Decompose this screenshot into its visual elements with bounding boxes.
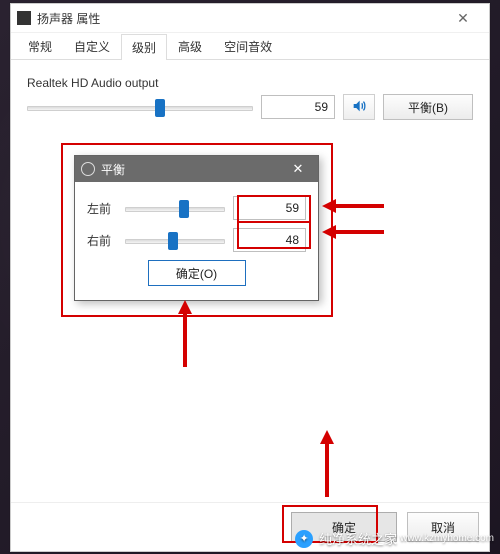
channel-value-right[interactable]: 48	[233, 228, 306, 252]
balance-title: 平衡	[101, 161, 284, 178]
tab-spatial[interactable]: 空间音效	[213, 33, 283, 59]
balance-window-icon	[81, 162, 95, 176]
tab-advanced[interactable]: 高级	[167, 33, 213, 59]
master-volume-value[interactable]: 59	[261, 95, 335, 119]
channel-slider-right[interactable]	[125, 231, 225, 249]
tab-levels[interactable]: 级别	[121, 34, 167, 60]
channel-label-left: 左前	[87, 200, 117, 217]
window-title: 扬声器 属性	[37, 10, 443, 27]
titlebar[interactable]: 扬声器 属性 ✕	[11, 4, 489, 33]
output-device-label: Realtek HD Audio output	[27, 76, 473, 90]
watermark-logo-icon: ✦	[295, 530, 313, 548]
channel-row-left: 左前 59	[87, 196, 306, 220]
tabs: 常规 自定义 级别 高级 空间音效	[11, 33, 489, 60]
balance-button[interactable]: 平衡(B)	[383, 94, 473, 120]
mute-button[interactable]	[343, 94, 375, 120]
tab-custom[interactable]: 自定义	[63, 33, 121, 59]
tab-general[interactable]: 常规	[17, 33, 63, 59]
watermark-url: www.kzmyhome.com	[400, 533, 494, 544]
watermark: ✦ 纯净系统之家 www.kzmyhome.com	[295, 529, 494, 548]
master-volume-slider[interactable]	[27, 98, 253, 116]
window-close-button[interactable]: ✕	[443, 4, 483, 32]
channel-slider-left[interactable]	[125, 199, 225, 217]
channel-label-right: 右前	[87, 232, 117, 249]
balance-close-button[interactable]: ✕	[284, 156, 312, 182]
balance-ok-button[interactable]: 确定(O)	[148, 260, 246, 286]
channel-row-right: 右前 48	[87, 228, 306, 252]
watermark-text: 纯净系统之家	[319, 529, 397, 548]
window-icon	[17, 11, 31, 25]
balance-dialog: 平衡 ✕ 左前 59 右前 48 确定(O)	[74, 155, 319, 301]
tab-body: Realtek HD Audio output 59 平衡(B)	[11, 60, 489, 134]
volume-icon	[351, 98, 367, 117]
channel-value-left[interactable]: 59	[233, 196, 306, 220]
balance-titlebar[interactable]: 平衡 ✕	[75, 156, 318, 182]
